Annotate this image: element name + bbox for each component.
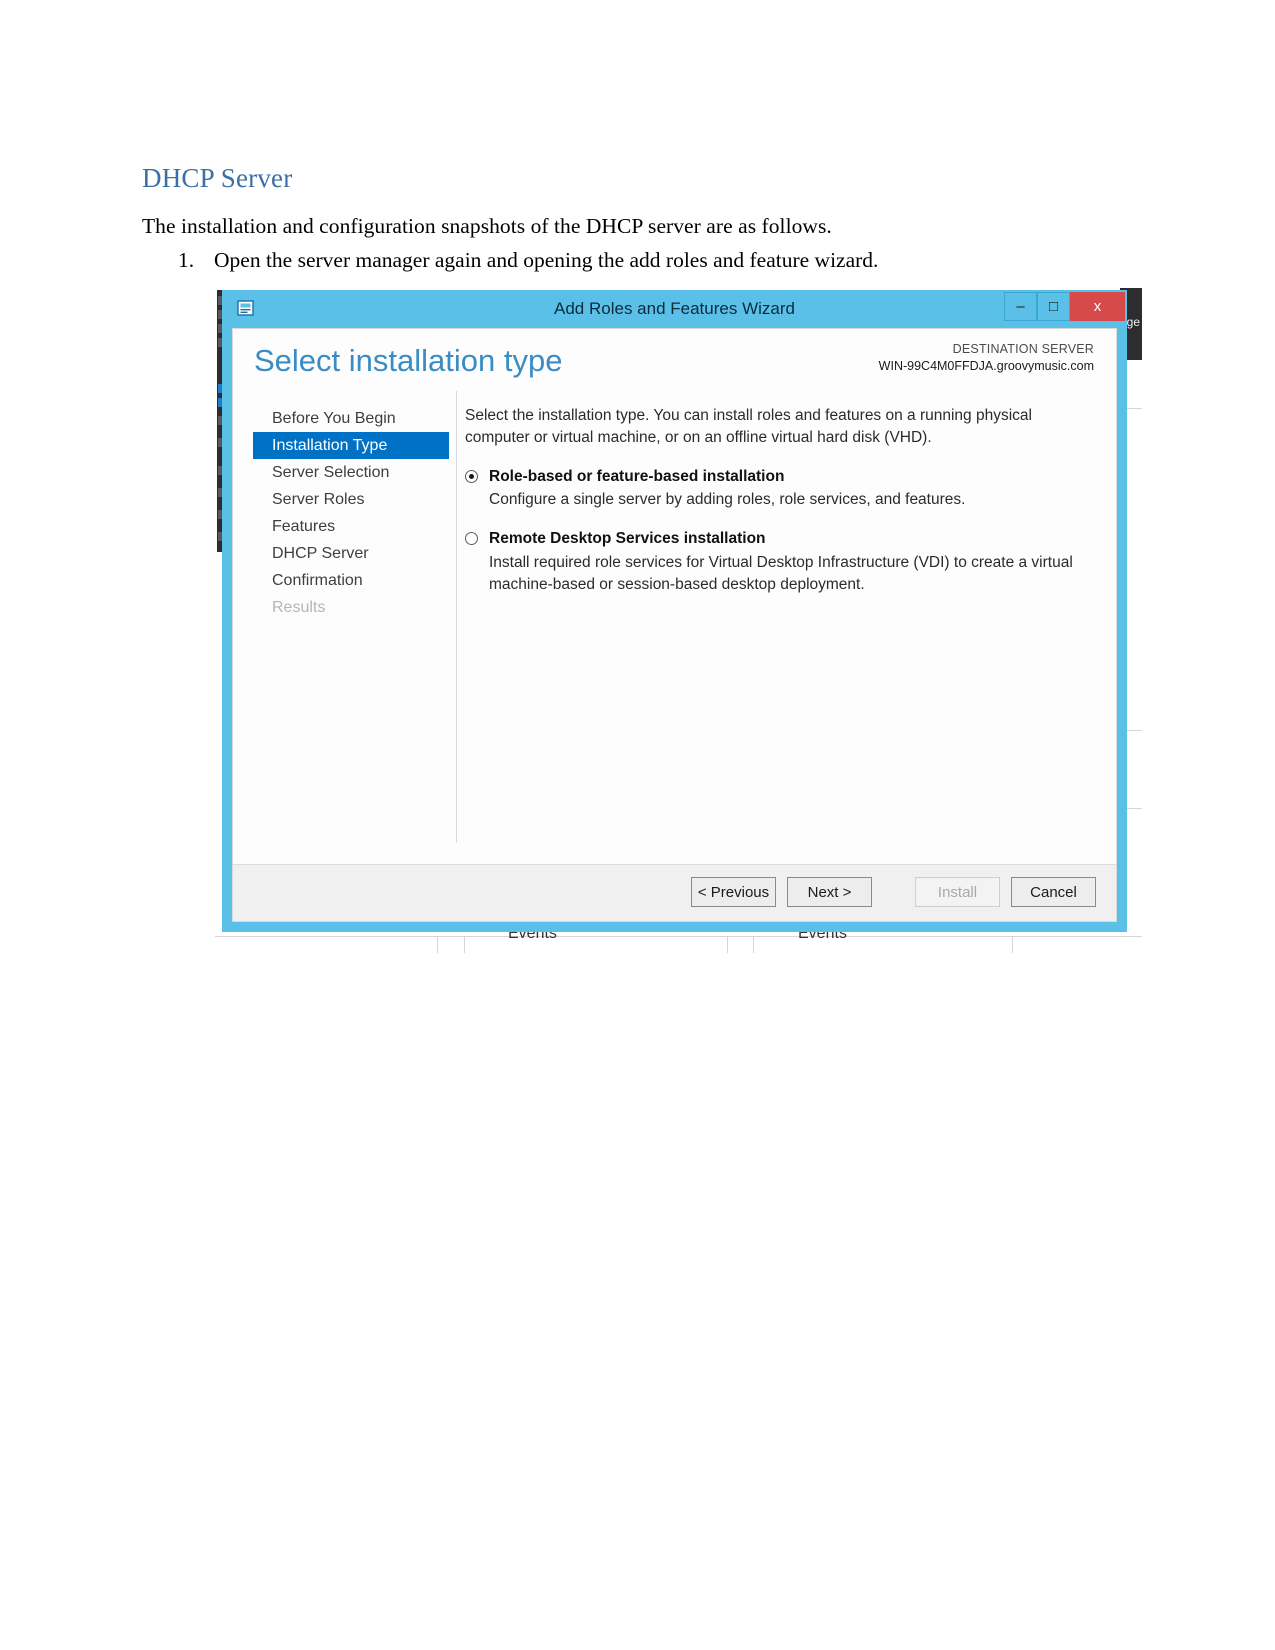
- option-remote-desktop-label: Remote Desktop Services installation: [489, 530, 766, 548]
- background-divider: [727, 936, 728, 953]
- nav-item-dhcp-server[interactable]: DHCP Server: [233, 540, 456, 567]
- destination-server-block: DESTINATION SERVER WIN-99C4M0FFDJA.groov…: [879, 342, 1094, 373]
- wizard-footer: < Previous Next > Install Cancel: [233, 864, 1116, 921]
- nav-item-before-you-begin[interactable]: Before You Begin: [233, 405, 456, 432]
- nav-item-confirmation[interactable]: Confirmation: [233, 567, 456, 594]
- background-divider: [215, 936, 1142, 937]
- wizard-header: Select installation type DESTINATION SER…: [233, 329, 1116, 391]
- close-icon[interactable]: x: [1070, 292, 1125, 321]
- page-title: DHCP Server: [142, 163, 293, 194]
- wizard-body: Select installation type DESTINATION SER…: [232, 328, 1117, 922]
- add-roles-and-features-wizard: Add Roles and Features Wizard – □ x Sele…: [222, 290, 1127, 932]
- window-controls: – □ x: [1004, 292, 1125, 321]
- install-button: Install: [915, 877, 1000, 907]
- nav-item-server-selection[interactable]: Server Selection: [233, 459, 456, 486]
- destination-server-value: WIN-99C4M0FFDJA.groovymusic.com: [878, 359, 1094, 373]
- option-remote-desktop-services-installation[interactable]: Remote Desktop Services installation Ins…: [465, 529, 1098, 595]
- maximize-icon[interactable]: □: [1037, 292, 1070, 321]
- list-item-text: Open the server manager again and openin…: [214, 248, 879, 272]
- option-role-based-installation[interactable]: Role-based or feature-based installation…: [465, 467, 1098, 511]
- embedded-screenshot: ge Events Events Add Roles and Features …: [215, 288, 1142, 953]
- radio-remote-desktop-icon[interactable]: [465, 532, 478, 546]
- minimize-icon[interactable]: –: [1004, 292, 1037, 321]
- background-divider: [753, 936, 754, 953]
- background-divider: [437, 936, 438, 953]
- nav-item-features[interactable]: Features: [233, 513, 456, 540]
- numbered-list: 1. Open the server manager again and open…: [178, 248, 1138, 273]
- destination-server-label: DESTINATION SERVER: [952, 342, 1094, 356]
- wizard-title-bar[interactable]: Add Roles and Features Wizard – □ x: [222, 290, 1127, 328]
- cancel-button[interactable]: Cancel: [1011, 877, 1096, 907]
- nav-item-server-roles[interactable]: Server Roles: [233, 486, 456, 513]
- nav-item-installation-type[interactable]: Installation Type: [253, 432, 449, 459]
- instruction-text: Select the installation type. You can in…: [465, 407, 1032, 446]
- wizard-page-title: Select installation type: [254, 343, 563, 378]
- option-role-based-description: Configure a single server by adding role…: [489, 491, 966, 509]
- option-remote-desktop-description: Install required role services for Virtu…: [489, 553, 1073, 593]
- list-item-marker: 1.: [178, 248, 195, 272]
- previous-button[interactable]: < Previous: [691, 877, 776, 907]
- next-button[interactable]: Next >: [787, 877, 872, 907]
- wizard-step-nav: Before You Begin Installation Type Serve…: [233, 391, 457, 843]
- background-divider: [1012, 936, 1013, 953]
- wizard-main: Before You Begin Installation Type Serve…: [233, 391, 1116, 865]
- option-role-based-label: Role-based or feature-based installation: [489, 468, 785, 485]
- wizard-footer-buttons: < Previous Next > Install Cancel: [691, 877, 1096, 907]
- intro-paragraph: The installation and configuration snaps…: [142, 213, 832, 238]
- nav-item-results: Results: [272, 599, 326, 616]
- background-divider: [464, 936, 465, 953]
- wizard-title: Add Roles and Features Wizard: [554, 299, 795, 318]
- radio-role-based-icon[interactable]: [465, 470, 478, 483]
- wizard-content: Select the installation type. You can in…: [465, 391, 1098, 865]
- background-tab-label: ge: [1126, 315, 1140, 329]
- installation-type-radio-group: Role-based or feature-based installation…: [465, 467, 1098, 596]
